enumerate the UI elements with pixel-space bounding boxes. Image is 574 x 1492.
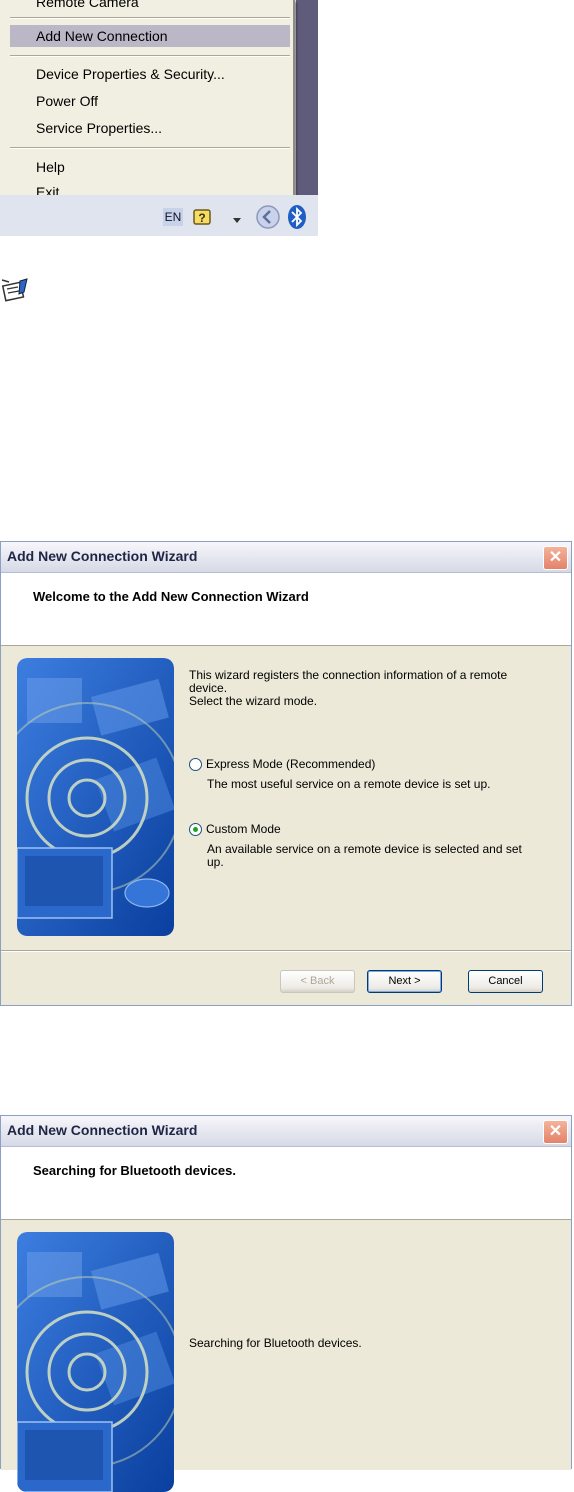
title-bar: Add New Connection Wizard ✕ [1,542,571,573]
wizard-body: Searching for Bluetooth devices. [1,1220,571,1492]
wizard-header: Welcome to the Add New Connection Wizard [1,573,571,646]
custom-mode-option[interactable]: Custom Mode [189,822,281,837]
next-button[interactable]: Next > [367,970,442,993]
express-mode-description: The most useful service on a remote devi… [207,777,491,791]
menu-separator [10,55,290,57]
close-icon[interactable]: ✕ [543,1120,568,1144]
menu-separator [10,17,290,19]
window-title: Add New Connection Wizard [7,548,198,564]
wizard-illustration [17,1232,174,1492]
menu-separator [10,147,290,149]
custom-mode-radio[interactable] [189,823,202,837]
bluetooth-context-menu: Remote Camera Add New Connection Device … [0,0,295,209]
intro-line-1: This wizard registers the connection inf… [189,668,508,682]
menu-item-add-new-connection[interactable]: Add New Connection [10,25,290,47]
menu-item-device-properties-security[interactable]: Device Properties & Security... [10,63,290,85]
cancel-button[interactable]: Cancel [468,970,543,993]
custom-mode-description-2: up. [207,855,224,869]
close-icon[interactable]: ✕ [543,546,568,570]
intro-line-3: Select the wizard mode. [189,694,318,708]
add-connection-wizard-dialog: Add New Connection Wizard ✕ Welcome to t… [0,541,572,1006]
back-button[interactable]: < Back [280,970,355,993]
menu-item-remote-camera[interactable]: Remote Camera [10,0,290,13]
wizard-body: This wizard registers the connection inf… [1,646,571,946]
menu-item-service-properties[interactable]: Service Properties... [10,117,290,139]
window-title: Add New Connection Wizard [7,1122,198,1138]
search-status-text: Searching for Bluetooth devices. [189,1336,362,1350]
footer-separator [1,950,571,952]
bluetooth-icon[interactable] [286,203,308,231]
express-mode-option[interactable]: Express Mode (Recommended) [189,757,376,772]
show-hidden-icon[interactable] [255,204,281,230]
wizard-illustration [17,658,174,936]
wizard-header: Searching for Bluetooth devices. [1,1147,571,1220]
menu-item-help[interactable]: Help [10,156,290,178]
express-mode-radio[interactable] [189,758,202,772]
svg-text:?: ? [198,211,205,225]
desktop-background [296,0,318,195]
chevron-down-icon[interactable] [230,212,244,226]
express-mode-label: Express Mode (Recommended) [206,757,376,771]
title-bar: Add New Connection Wizard ✕ [1,1116,571,1147]
add-connection-wizard-searching-dialog: Add New Connection Wizard ✕ Searching fo… [0,1115,572,1492]
note-icon [1,278,28,302]
help-icon[interactable]: ? [192,207,214,227]
wizard-header-title: Searching for Bluetooth devices. [33,1163,236,1178]
custom-mode-description-1: An available service on a remote device … [207,842,522,856]
menu-item-power-off[interactable]: Power Off [10,90,290,112]
wizard-header-title: Welcome to the Add New Connection Wizard [33,589,309,604]
language-indicator[interactable]: EN [163,208,183,226]
custom-mode-label: Custom Mode [206,822,281,836]
